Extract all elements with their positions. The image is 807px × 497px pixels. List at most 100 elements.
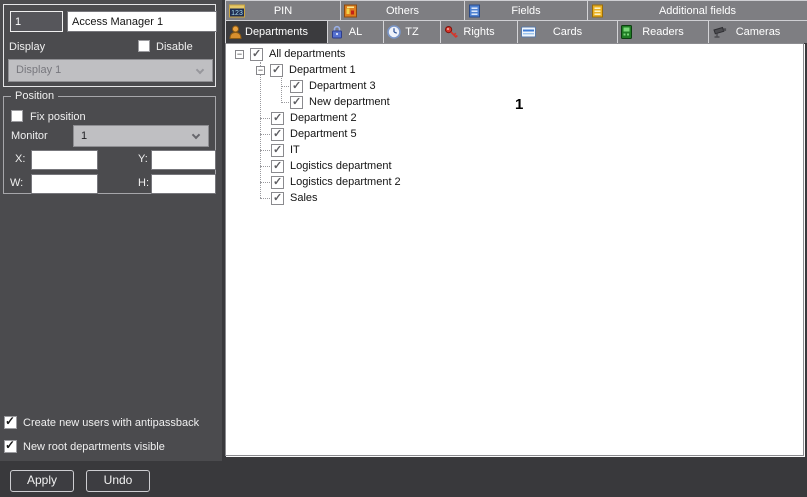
- lock-icon: [331, 25, 343, 39]
- root-departments-label: New root departments visible: [23, 441, 165, 453]
- tab-additional-fields[interactable]: Additional fields: [587, 1, 807, 20]
- check-icon: ✓: [273, 159, 283, 172]
- tab-pin[interactable]: 123 PIN: [225, 1, 340, 20]
- fields-list-icon: [468, 4, 481, 17]
- tree-item-department-3[interactable]: ✓ Department 3: [226, 78, 378, 94]
- fix-position-checkbox[interactable]: ✓: [11, 110, 23, 122]
- tree-checkbox[interactable]: ✓: [271, 175, 284, 189]
- root-departments-checkbox[interactable]: ✓: [4, 438, 17, 453]
- tree-item-new-department[interactable]: ✓ New department: [226, 94, 392, 110]
- tree-item-label: Logistics department 2: [290, 176, 401, 188]
- tab-readers[interactable]: Readers: [617, 21, 708, 43]
- y-field[interactable]: [151, 150, 216, 170]
- undo-button[interactable]: Undo: [86, 470, 150, 492]
- disable-checkbox[interactable]: ✓: [138, 40, 150, 52]
- chevron-down-icon: [195, 65, 205, 75]
- tree-item-label: Department 1: [289, 64, 356, 76]
- fix-position-label: Fix position: [30, 111, 86, 123]
- tab-cards[interactable]: Cards: [517, 21, 617, 43]
- w-label: W:: [10, 177, 24, 189]
- tree-item-label: Department 2: [290, 112, 357, 124]
- collapse-icon[interactable]: −: [256, 65, 265, 75]
- tree-item-all-departments[interactable]: − ✓ All departments: [226, 46, 347, 62]
- disable-checkbox-label: Disable: [156, 41, 193, 53]
- person-icon: [229, 25, 242, 39]
- tree-item-it[interactable]: ✓ IT: [226, 142, 302, 158]
- tree-item-sales[interactable]: ✓ Sales: [226, 190, 320, 206]
- tree-item-label: Sales: [290, 192, 318, 204]
- tab-label: Readers: [642, 26, 684, 38]
- bottom-bar: Apply Undo: [0, 461, 807, 497]
- tree-checkbox[interactable]: ✓: [290, 79, 303, 93]
- antipassback-checkbox[interactable]: ✓: [4, 414, 17, 429]
- tab-rights[interactable]: Rights: [440, 21, 517, 43]
- tree-item-department-1[interactable]: − ✓ Department 1: [226, 62, 358, 78]
- identity-box: Display ✓ Disable Display 1: [3, 4, 217, 87]
- tab-others[interactable]: Others: [340, 1, 464, 20]
- tree-item-logistics-department-2[interactable]: ✓ Logistics department 2: [226, 174, 403, 190]
- tree-checkbox[interactable]: ✓: [290, 95, 303, 109]
- tree-item-label: New department: [309, 96, 390, 108]
- tab-label: PIN: [273, 4, 293, 17]
- check-icon: ✓: [272, 63, 282, 76]
- y-label: Y:: [138, 153, 148, 165]
- tab-label: Cameras: [735, 26, 781, 38]
- additional-fields-list-icon: [591, 4, 604, 17]
- x-field[interactable]: [31, 150, 98, 170]
- tree-item-label: Logistics department: [290, 160, 392, 172]
- reader-icon: [621, 25, 632, 39]
- display-dropdown-value: Display 1: [16, 64, 62, 76]
- tab-label: Additional fields: [658, 4, 737, 17]
- tab-label: Others: [385, 4, 419, 17]
- position-group-title: Position: [11, 90, 59, 102]
- w-field[interactable]: [31, 174, 98, 194]
- key-icon: [444, 25, 458, 39]
- position-group: Position ✓ Fix position Monitor 1 X: Y: …: [3, 90, 216, 194]
- tree-item-label: Department 3: [309, 80, 376, 92]
- tab-fields[interactable]: Fields: [464, 1, 587, 20]
- h-field[interactable]: [151, 174, 216, 194]
- tree-item-logistics-department[interactable]: ✓ Logistics department: [226, 158, 394, 174]
- tree-checkbox[interactable]: ✓: [271, 111, 284, 125]
- tree-item-label: IT: [290, 144, 300, 156]
- tab-al[interactable]: AL: [327, 21, 383, 43]
- tab-tz[interactable]: TZ: [383, 21, 440, 43]
- card-icon: [521, 26, 536, 38]
- pin-123-icon: 123: [229, 4, 245, 17]
- check-icon: ✓: [5, 414, 16, 428]
- monitor-label: Monitor: [11, 130, 48, 142]
- monitor-dropdown[interactable]: 1: [73, 125, 209, 147]
- tree-checkbox[interactable]: ✓: [271, 143, 284, 157]
- tree-checkbox[interactable]: ✓: [270, 63, 283, 77]
- check-icon: ✓: [292, 79, 302, 92]
- tree-checkbox[interactable]: ✓: [271, 191, 284, 205]
- object-name-field[interactable]: [67, 11, 217, 32]
- tree-item-department-2[interactable]: ✓ Department 2: [226, 110, 359, 126]
- check-icon: ✓: [292, 95, 302, 108]
- collapse-icon[interactable]: −: [235, 49, 244, 59]
- apply-button[interactable]: Apply: [10, 470, 74, 492]
- object-id-field[interactable]: [10, 11, 63, 32]
- departments-tree: − ✓ All departments − ✓ Department 1 ✓ D…: [226, 44, 803, 206]
- check-icon: ✓: [5, 438, 16, 452]
- tab-departments[interactable]: Departments: [225, 21, 327, 43]
- clock-icon: [387, 25, 401, 39]
- check-icon: ✓: [252, 47, 262, 60]
- monitor-dropdown-value: 1: [81, 130, 88, 142]
- tree-item-department-5[interactable]: ✓ Department 5: [226, 126, 359, 142]
- check-icon: ✓: [273, 191, 283, 204]
- tree-checkbox[interactable]: ✓: [271, 127, 284, 141]
- tab-label: Fields: [511, 4, 541, 17]
- display-dropdown[interactable]: Display 1: [8, 59, 213, 82]
- tree-checkbox[interactable]: ✓: [250, 47, 263, 61]
- x-label: X:: [15, 153, 26, 165]
- tab-label: Rights: [463, 26, 495, 38]
- tab-cameras[interactable]: Cameras: [708, 21, 807, 43]
- main-area: 123 PIN Others Fields Additional fields: [222, 0, 807, 461]
- h-label: H:: [138, 177, 149, 189]
- antipassback-label: Create new users with antipassback: [23, 417, 200, 429]
- tree-checkbox[interactable]: ✓: [271, 159, 284, 173]
- camera-icon: [712, 26, 728, 39]
- tab-label: TZ: [405, 26, 419, 38]
- chevron-down-icon: [191, 130, 201, 140]
